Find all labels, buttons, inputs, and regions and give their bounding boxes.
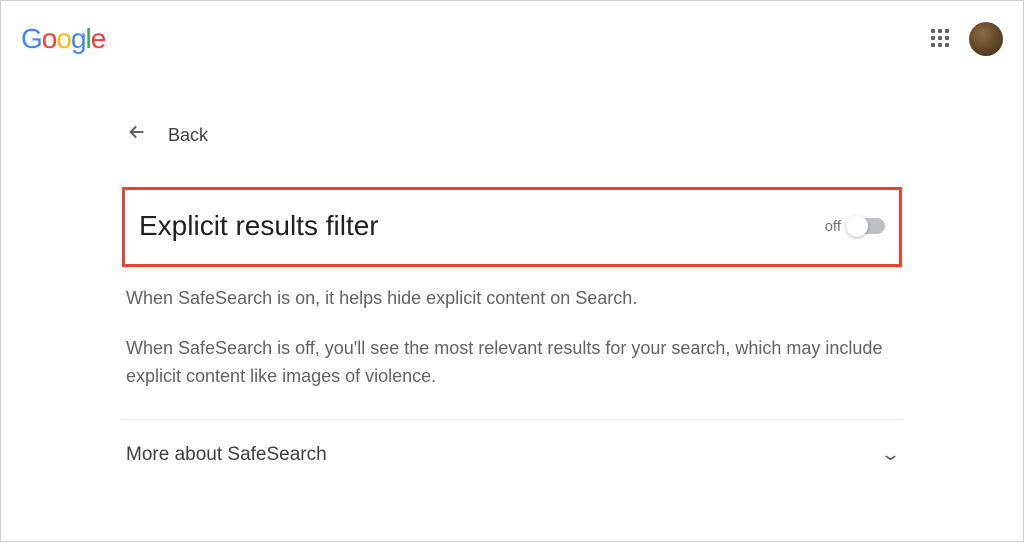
back-button[interactable]: Back (122, 121, 902, 149)
header-right (931, 22, 1003, 56)
back-label: Back (168, 125, 208, 146)
toggle-wrap: off (825, 218, 885, 235)
header: Google (1, 1, 1023, 61)
main-content: Back Explicit results filter off When Sa… (112, 121, 912, 476)
description-paragraph-1: When SafeSearch is on, it helps hide exp… (126, 285, 898, 313)
filter-title: Explicit results filter (139, 210, 379, 242)
explicit-filter-toggle[interactable] (847, 218, 885, 234)
description-paragraph-2: When SafeSearch is off, you'll see the m… (126, 335, 898, 391)
google-logo[interactable]: Google (21, 23, 105, 55)
explicit-filter-row-highlight: Explicit results filter off (122, 187, 902, 267)
avatar[interactable] (969, 22, 1003, 56)
apps-grid-icon[interactable] (931, 29, 951, 49)
arrow-left-icon (126, 121, 148, 149)
more-label: More about SafeSearch (126, 444, 327, 466)
more-about-safesearch[interactable]: More about SafeSearch ⌄ (122, 420, 902, 476)
toggle-state-label: off (825, 218, 841, 235)
chevron-down-icon: ⌄ (880, 444, 901, 465)
filter-description: When SafeSearch is on, it helps hide exp… (122, 285, 902, 391)
